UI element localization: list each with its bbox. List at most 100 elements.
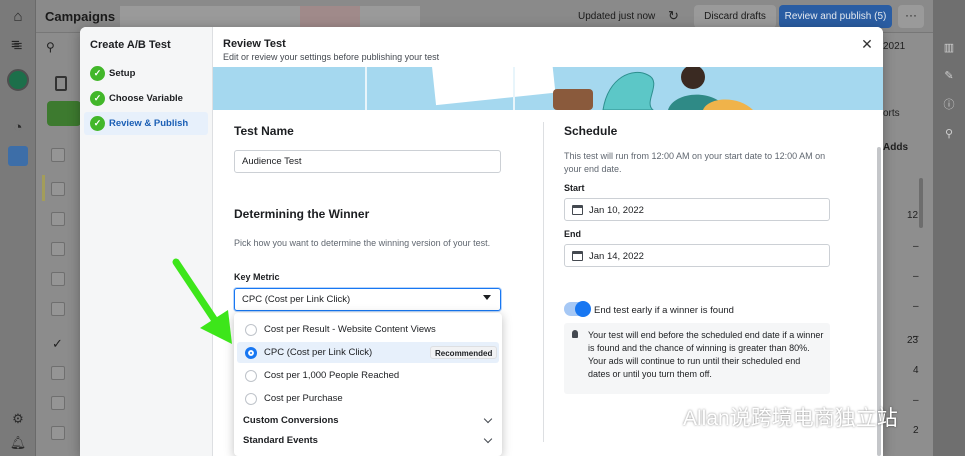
step-label: Review & Publish xyxy=(109,118,189,129)
home-icon[interactable]: ⌂ xyxy=(8,7,28,27)
key-metric-dropdown: Cost per Result - Website Content Views … xyxy=(234,313,502,456)
start-date-value: Jan 10, 2022 xyxy=(589,205,644,216)
radio-button[interactable] xyxy=(245,370,257,382)
row-checkbox[interactable] xyxy=(51,242,65,256)
more-options-button[interactable]: ··· xyxy=(898,5,924,28)
cell-value: 4 xyxy=(913,365,919,376)
metric-option-selected[interactable]: CPC (Cost per Link Click) Recommended xyxy=(237,342,499,363)
global-nav-rail: ⌂ ≡ ◔ ⚙ 🔔︎ xyxy=(0,0,36,456)
end-early-label: End test early if a winner is found xyxy=(594,305,734,316)
chevron-down-icon xyxy=(483,434,493,444)
row-checkbox[interactable] xyxy=(51,272,65,286)
start-date-field[interactable]: Jan 10, 2022 xyxy=(564,198,830,221)
check-circle-icon: ✓ xyxy=(90,91,105,106)
standard-events-group[interactable]: Standard Events xyxy=(243,433,495,449)
row-checkbox[interactable] xyxy=(51,366,65,380)
hamburger-icon[interactable]: ≡ xyxy=(11,36,20,53)
table-scrollbar[interactable] xyxy=(919,178,923,228)
cell-value: – xyxy=(913,301,919,312)
steps-sidebar: Create A/B Test ✓ Setup ✓ Choose Variabl… xyxy=(80,27,213,456)
info-icon[interactable]: ⓘ xyxy=(941,97,957,113)
account-avatar[interactable] xyxy=(7,69,29,91)
column-divider xyxy=(543,122,544,442)
banner-decoration xyxy=(365,67,367,110)
steps-title: Create A/B Test xyxy=(90,39,171,51)
option-label: Cost per Result - Website Content Views xyxy=(264,324,436,335)
edit-icon[interactable]: ✎ xyxy=(941,68,957,84)
gauge-icon[interactable]: ◔ xyxy=(8,118,28,138)
illustration-banner xyxy=(213,67,883,110)
radio-button[interactable] xyxy=(245,324,257,336)
schedule-title: Schedule xyxy=(564,124,618,138)
chevron-down-icon xyxy=(483,414,493,424)
row-checkbox[interactable] xyxy=(51,148,65,162)
reports-button[interactable]: orts xyxy=(883,108,900,119)
row-checkbox[interactable] xyxy=(51,182,65,196)
winner-helper: Pick how you want to determine the winni… xyxy=(234,238,491,248)
option-label: Cost per 1,000 People Reached xyxy=(264,370,400,381)
custom-conversions-group[interactable]: Custom Conversions xyxy=(243,413,495,429)
recommended-badge: Recommended xyxy=(430,346,498,359)
campaigns-table-icon[interactable] xyxy=(8,146,28,166)
modal-title: Review Test xyxy=(223,38,286,50)
discard-drafts-button[interactable]: Discard drafts xyxy=(694,5,776,28)
lightbulb-icon xyxy=(572,330,578,338)
key-metric-label: Key Metric xyxy=(234,272,280,282)
wechat-logo-icon xyxy=(649,404,678,426)
notifications-icon[interactable]: 🔔︎ xyxy=(9,434,27,452)
updated-status: Updated just now xyxy=(578,11,656,22)
row-indicator xyxy=(42,175,45,201)
toggle-knob xyxy=(575,301,591,317)
test-name-title: Test Name xyxy=(234,124,294,138)
check-circle-icon: ✓ xyxy=(90,116,105,131)
key-metric-select[interactable]: CPC (Cost per Link Click) xyxy=(234,288,501,311)
adds-column-header: Adds xyxy=(883,142,908,153)
calendar-icon xyxy=(572,251,583,261)
settings-icon[interactable]: ⚙ xyxy=(9,410,27,428)
test-name-input[interactable]: Audience Test xyxy=(234,150,501,173)
group-label: Custom Conversions xyxy=(243,415,339,426)
review-publish-button[interactable]: Review and publish (5) xyxy=(779,5,892,28)
metric-option[interactable]: Cost per Purchase xyxy=(237,388,499,409)
metric-option[interactable]: Cost per 1,000 People Reached xyxy=(237,365,499,386)
close-icon[interactable]: ✕ xyxy=(857,34,877,54)
create-button[interactable] xyxy=(47,101,81,126)
row-checkbox[interactable] xyxy=(51,396,65,410)
radio-button[interactable] xyxy=(245,393,257,405)
end-early-toggle[interactable] xyxy=(564,301,591,317)
radio-button[interactable] xyxy=(245,347,257,359)
end-date-field[interactable]: Jan 14, 2022 xyxy=(564,244,830,267)
refresh-icon[interactable]: ↻ xyxy=(668,8,679,24)
app-title: Campaigns xyxy=(45,9,116,24)
metric-option[interactable]: Cost per Result - Website Content Views xyxy=(237,319,499,340)
background-right-column: 2021 orts Adds 12 – – – – 23 4 – 2 xyxy=(883,33,933,456)
step-setup[interactable]: ✓ Setup xyxy=(84,62,208,85)
key-metric-value: CPC (Cost per Link Click) xyxy=(242,294,351,305)
option-label: CPC (Cost per Link Click) xyxy=(264,347,373,358)
start-label: Start xyxy=(564,183,585,193)
cell-value: – xyxy=(913,241,919,252)
cell-value: 23 xyxy=(907,335,919,346)
row-checkbox[interactable] xyxy=(51,302,65,316)
row-checkbox[interactable] xyxy=(51,212,65,226)
step-label: Setup xyxy=(109,68,136,79)
right-tool-rail: ▥ ✎ ⓘ ⚲ xyxy=(933,0,965,456)
info-callout: Your test will end before the scheduled … xyxy=(564,323,830,394)
date-range-year: 2021 xyxy=(883,41,906,52)
check-circle-icon: ✓ xyxy=(90,66,105,81)
calendar-icon xyxy=(572,205,583,215)
modal-subtitle: Edit or review your settings before publ… xyxy=(223,52,440,62)
search-icon[interactable]: ⚲ xyxy=(941,126,957,142)
top-swatch xyxy=(300,6,360,27)
chart-icon[interactable]: ▥ xyxy=(941,40,957,56)
watermark: Allan说跨境电商独立站 xyxy=(645,399,935,431)
option-label: Cost per Purchase xyxy=(264,393,343,404)
end-date-value: Jan 14, 2022 xyxy=(589,251,644,262)
step-choose-variable[interactable]: ✓ Choose Variable xyxy=(84,87,208,110)
step-label: Choose Variable xyxy=(109,93,183,104)
checkmark-icon: ✓ xyxy=(52,336,63,351)
row-checkbox[interactable] xyxy=(51,426,65,440)
search-icon[interactable]: ⚲ xyxy=(46,40,55,54)
caret-down-icon xyxy=(483,295,491,300)
step-review-publish[interactable]: ✓ Review & Publish xyxy=(84,112,208,135)
